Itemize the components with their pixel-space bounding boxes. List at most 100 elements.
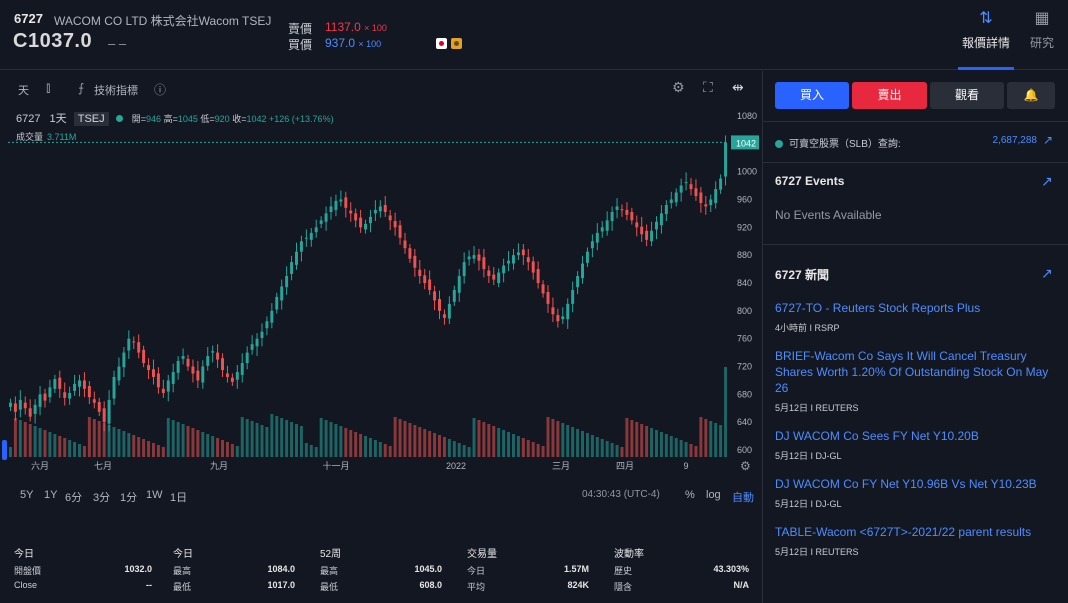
percent-toggle[interactable]: %	[685, 489, 695, 501]
sell-button[interactable]: 賣出	[852, 82, 927, 109]
range-1m[interactable]: 1分	[120, 489, 137, 505]
candle-body	[250, 344, 254, 350]
news-headline[interactable]: TABLE-Wacom <6727T>-2021/22 parent resul…	[775, 524, 1059, 540]
volume-bar	[191, 428, 195, 457]
interval-selector[interactable]: 天	[18, 82, 29, 98]
watch-button[interactable]: 觀看	[930, 82, 1004, 109]
volume-bar	[423, 429, 427, 457]
volume-bar	[33, 426, 37, 457]
candle-body	[329, 206, 333, 213]
candle-body	[447, 303, 451, 319]
volume-bar	[206, 434, 210, 457]
candle-body	[33, 404, 37, 414]
volume-bar	[240, 417, 244, 457]
slb-row[interactable]: 可賣空股票（SLB）查詢: 2,687,288	[775, 135, 1057, 150]
volume-bar	[452, 441, 456, 457]
ask-quote: 1137.0 × 100	[325, 20, 387, 34]
volume-bar	[487, 424, 491, 457]
stats-value: --	[146, 580, 152, 590]
divider	[763, 162, 1068, 163]
volume-bar	[433, 433, 437, 457]
candle-body	[536, 269, 540, 283]
fullscreen-icon[interactable]: ⛶	[703, 79, 713, 96]
volume-bar	[142, 439, 146, 457]
news-headline[interactable]: DJ WACOM Co FY Net Y10.96B Vs Net Y10.23…	[775, 476, 1059, 492]
volume-bar	[709, 421, 713, 457]
expand-horizontal-icon[interactable]: ⇹	[732, 79, 744, 96]
range-1d[interactable]: 1日	[170, 489, 187, 505]
volume-bar	[630, 420, 634, 457]
indicators-button[interactable]: 技術指標	[94, 82, 138, 98]
news-item[interactable]: TABLE-Wacom <6727T>-2021/22 parent resul…	[775, 524, 1059, 558]
news-headline[interactable]: 6727-TO - Reuters Stock Reports Plus	[775, 300, 1059, 316]
high-label: 高=	[163, 114, 178, 124]
candle-body	[541, 284, 545, 294]
candle-body	[590, 241, 594, 249]
slb-value: 2,687,288	[992, 135, 1038, 146]
news-item[interactable]: BRIEF-Wacom Co Says It Will Cancel Treas…	[775, 348, 1059, 414]
stats-heading: 52周	[320, 549, 342, 560]
candle-body	[235, 372, 239, 380]
candle-body	[674, 192, 678, 203]
volume-bar	[526, 440, 530, 457]
volume-bar	[309, 445, 313, 457]
price-chart[interactable]: 1080104010009609208808408007607206806406…	[0, 105, 762, 483]
news-item[interactable]: 6727-TO - Reuters Stock Reports Plus 4小時…	[775, 300, 1059, 334]
candle-body	[408, 248, 412, 259]
price-axis-label: 1000	[737, 167, 757, 177]
log-toggle[interactable]: log	[706, 489, 721, 501]
range-6m[interactable]: 6分	[65, 489, 82, 505]
info-icon[interactable]: ⓘ	[154, 81, 166, 98]
candle-body	[107, 399, 111, 424]
volume-bar	[230, 444, 234, 457]
events-link-arrow-icon[interactable]: ↗	[1041, 173, 1053, 190]
volume-bar	[127, 433, 131, 457]
volume-bar	[650, 428, 654, 457]
candle-body	[679, 185, 683, 193]
candle-body	[699, 192, 703, 203]
settings-gear-icon[interactable]: ⚙	[672, 79, 685, 96]
alert-button[interactable]: 🔔	[1007, 82, 1055, 109]
auto-toggle[interactable]: 自動	[732, 489, 754, 505]
legend-ohlc: 開=946 高=1045 低=920 收=1042 +126 (+13.76%)	[132, 114, 334, 124]
tab-research[interactable]: ▦ 研究	[1022, 0, 1062, 70]
volume-bar	[285, 420, 289, 457]
scroll-handle	[2, 440, 7, 460]
candle-body	[156, 373, 160, 388]
tab-quote-details[interactable]: ⇅ 報價詳情	[958, 0, 1014, 70]
volume-bar	[408, 423, 412, 457]
candlestick-icon[interactable]: ⫾	[46, 79, 50, 96]
news-item[interactable]: DJ WACOM Co Sees FY Net Y10.20B 5月12日 I …	[775, 428, 1059, 462]
candle-body	[225, 373, 229, 377]
stats-label: 歷史	[614, 566, 633, 576]
stats-value: 1032.0	[124, 564, 152, 574]
news-headline[interactable]: BRIEF-Wacom Co Says It Will Cancel Treas…	[775, 348, 1059, 396]
stats-label: 平均	[467, 582, 486, 592]
range-1y[interactable]: 1Y	[44, 489, 57, 501]
range-1w[interactable]: 1W	[146, 489, 163, 501]
volume-bar	[122, 431, 126, 457]
news-meta: 5月12日 I DJ-GL	[775, 451, 842, 461]
buy-button[interactable]: 買入	[775, 82, 849, 109]
price-axis-label: 680	[737, 389, 752, 399]
news-item[interactable]: DJ WACOM Co FY Net Y10.96B Vs Net Y10.23…	[775, 476, 1059, 510]
volume-bar	[107, 425, 111, 457]
candle-body	[102, 408, 106, 423]
volume-bar	[438, 435, 441, 457]
candle-body	[314, 227, 318, 233]
range-3m[interactable]: 3分	[93, 489, 110, 505]
news-link-arrow-icon[interactable]: ↗	[1041, 265, 1053, 282]
candle-body	[58, 377, 62, 389]
bid-price: 937.0	[325, 36, 356, 50]
candle-body	[467, 256, 471, 260]
time-axis-label: 9	[683, 461, 688, 471]
news-headline[interactable]: DJ WACOM Co Sees FY Net Y10.20B	[775, 428, 1059, 444]
volume-bar	[413, 425, 417, 457]
volume-bar	[319, 418, 323, 457]
bid-label: 買價	[288, 38, 313, 52]
range-5y[interactable]: 5Y	[20, 489, 33, 501]
volume-bar	[610, 443, 614, 457]
slb-link-arrow-icon[interactable]: ↗	[1043, 133, 1053, 147]
candle-body	[299, 241, 303, 252]
ask-label: 賣價	[288, 22, 313, 36]
